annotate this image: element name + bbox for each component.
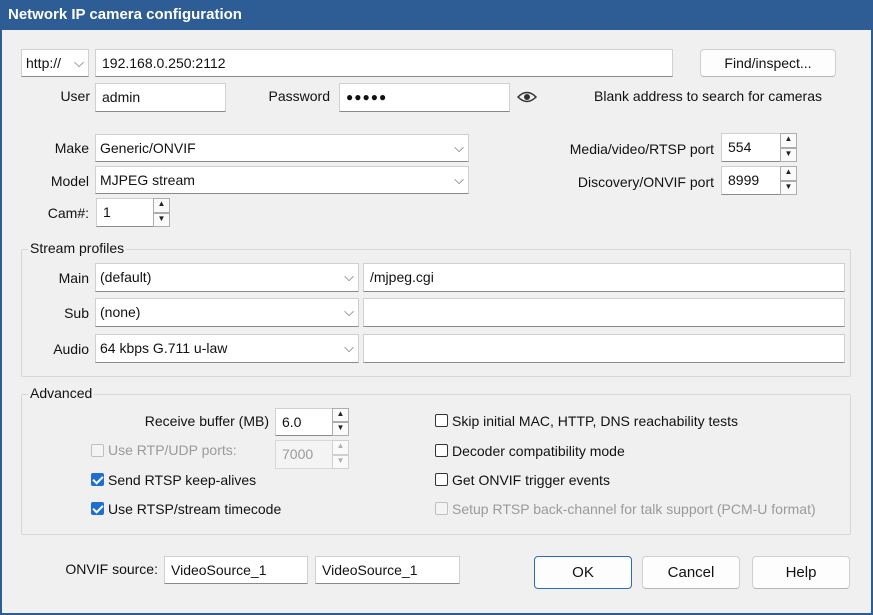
cancel-button[interactable]: Cancel: [642, 556, 740, 589]
password-input[interactable]: ●●●●●: [339, 83, 510, 112]
audio-profile-select[interactable]: 64 kbps G.711 u-law ⌵: [95, 334, 359, 363]
make-select[interactable]: Generic/ONVIF ⌵: [95, 134, 469, 162]
main-profile-label: Main: [58, 270, 89, 286]
spin-up-icon[interactable]: ▲: [332, 408, 349, 422]
spin-up-icon[interactable]: ▲: [332, 440, 349, 455]
media-port-input[interactable]: 554: [721, 133, 781, 162]
discovery-port-label: Discovery/ONVIF port: [577, 174, 714, 190]
eye-icon[interactable]: [517, 90, 537, 104]
model-label: Model: [50, 173, 89, 189]
chevron-down-icon: ⌵: [454, 140, 464, 155]
onvif-events-label: Get ONVIF trigger events: [452, 472, 610, 488]
dialog-window: Network IP camera configuration http:// …: [0, 0, 873, 615]
user-label: User: [60, 88, 90, 104]
skip-tests-label: Skip initial MAC, HTTP, DNS reachability…: [452, 413, 739, 429]
onvif-source-input-2[interactable]: VideoSource_1: [315, 556, 460, 584]
rtp-udp-port-input[interactable]: 7000: [275, 440, 333, 469]
address-input[interactable]: 192.168.0.250:2112: [95, 49, 673, 77]
receive-buffer-label: Receive buffer (MB): [144, 413, 269, 429]
receive-buffer-input[interactable]: 6.0: [275, 408, 333, 436]
chevron-down-icon: ⌵: [454, 172, 464, 187]
ok-button[interactable]: OK: [534, 556, 632, 589]
spin-up-icon[interactable]: ▲: [780, 166, 797, 181]
spin-up-icon[interactable]: ▲: [153, 198, 170, 213]
onvif-events-checkbox[interactable]: [435, 473, 448, 486]
search-hint: Blank address to search for cameras: [594, 88, 822, 104]
decoder-compat-checkbox[interactable]: [435, 444, 448, 457]
main-profile-value: (default): [100, 269, 152, 285]
find-inspect-button[interactable]: Find/inspect...: [700, 49, 836, 77]
make-label: Make: [54, 140, 89, 156]
stream-profiles-title: Stream profiles: [28, 240, 127, 256]
spin-down-icon[interactable]: ▼: [153, 212, 170, 227]
timecode-checkbox[interactable]: [91, 502, 104, 515]
chevron-down-icon: ⌵: [344, 340, 354, 355]
audio-path-input[interactable]: [363, 334, 845, 363]
backchannel-label: Setup RTSP back-channel for talk support…: [452, 501, 816, 517]
keepalive-label: Send RTSP keep-alives: [108, 472, 257, 488]
model-value: MJPEG stream: [100, 172, 195, 188]
cam-number-input[interactable]: 1: [96, 198, 154, 227]
make-value: Generic/ONVIF: [100, 140, 196, 156]
chevron-down-icon: ⌵: [344, 304, 354, 319]
discovery-port-spinner[interactable]: ▲ ▼: [780, 166, 797, 195]
onvif-source-label: ONVIF source:: [65, 561, 158, 577]
media-port-label: Media/video/RTSP port: [569, 141, 714, 157]
window-border-left: [0, 30, 2, 615]
user-input[interactable]: admin: [95, 83, 226, 112]
receive-buffer-spinner[interactable]: ▲ ▼: [332, 408, 349, 436]
audio-profile-value: 64 kbps G.711 u-law: [100, 340, 228, 356]
chevron-down-icon: ⌵: [344, 269, 354, 284]
rtp-udp-checkbox[interactable]: [91, 444, 104, 457]
skip-tests-checkbox[interactable]: [435, 414, 448, 427]
spin-down-icon[interactable]: ▼: [332, 454, 349, 469]
cam-number-spinner[interactable]: ▲ ▼: [153, 198, 170, 227]
rtp-udp-label: Use RTP/UDP ports:: [108, 442, 237, 458]
spin-down-icon[interactable]: ▼: [780, 147, 797, 162]
spin-up-icon[interactable]: ▲: [780, 133, 797, 148]
audio-profile-label: Audio: [53, 341, 89, 357]
window-title: Network IP camera configuration: [8, 6, 242, 23]
scheme-select[interactable]: http:// ⌵: [21, 49, 89, 77]
main-path-input[interactable]: /mjpeg.cgi: [363, 263, 845, 292]
sub-path-input[interactable]: [363, 298, 845, 327]
chevron-down-icon: ⌵: [74, 55, 84, 70]
keepalive-checkbox[interactable]: [91, 473, 104, 486]
spin-down-icon[interactable]: ▼: [332, 422, 349, 436]
discovery-port-input[interactable]: 8999: [721, 166, 781, 195]
rtp-udp-port-spinner[interactable]: ▲ ▼: [332, 440, 349, 469]
password-label: Password: [268, 88, 330, 104]
sub-profile-select[interactable]: (none) ⌵: [95, 298, 359, 327]
media-port-spinner[interactable]: ▲ ▼: [780, 133, 797, 162]
scheme-value: http://: [26, 55, 62, 71]
title-bar[interactable]: Network IP camera configuration: [0, 0, 873, 30]
model-select[interactable]: MJPEG stream ⌵: [95, 166, 469, 194]
backchannel-checkbox[interactable]: [435, 502, 448, 515]
sub-profile-label: Sub: [64, 305, 89, 321]
advanced-title: Advanced: [28, 385, 95, 401]
sub-profile-value: (none): [100, 304, 141, 320]
timecode-label: Use RTSP/stream timecode: [108, 501, 282, 517]
cam-number-label: Cam#:: [47, 205, 89, 221]
onvif-source-input-1[interactable]: VideoSource_1: [164, 556, 308, 584]
spin-down-icon[interactable]: ▼: [780, 180, 797, 195]
help-button[interactable]: Help: [752, 556, 850, 589]
decoder-compat-label: Decoder compatibility mode: [452, 443, 625, 459]
main-profile-select[interactable]: (default) ⌵: [95, 263, 359, 292]
